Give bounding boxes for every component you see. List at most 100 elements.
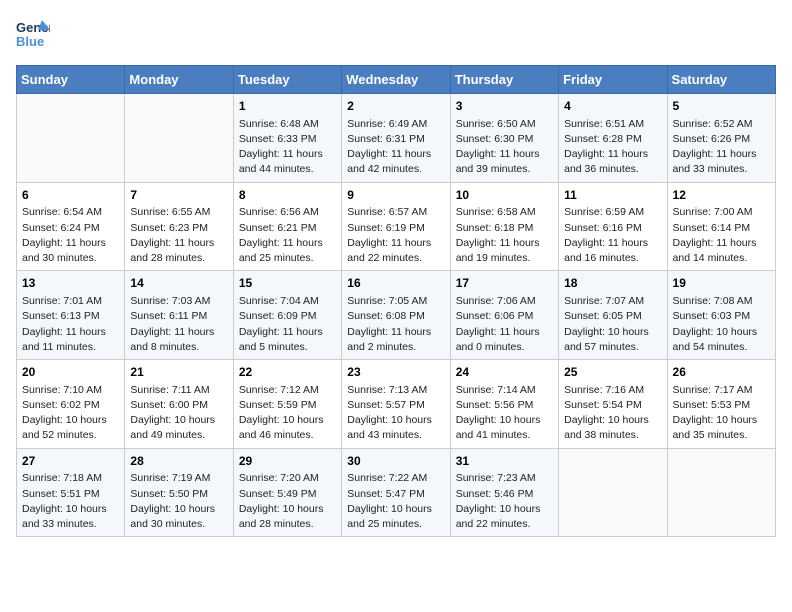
day-info: Sunrise: 7:13 AMSunset: 5:57 PMDaylight:… [347,383,444,444]
calendar-cell: 15Sunrise: 7:04 AMSunset: 6:09 PMDayligh… [233,271,341,360]
calendar-cell: 4 Sunrise: 6:51 AMSunset: 6:28 PMDaylight… [559,94,667,183]
day-info: Sunrise: 7:03 AMSunset: 6:11 PMDaylight:… [130,294,227,355]
day-number: 27 [22,453,119,470]
calendar-cell: 22 Sunrise: 7:12 AMSunset: 5:59 PMDayligh… [233,360,341,449]
calendar-cell: 28Sunrise: 7:19 AMSunset: 5:50 PMDayligh… [125,448,233,537]
day-info: Sunrise: 6:50 AMSunset: 6:30 PMDaylight:… [456,117,553,178]
day-info: Sunrise: 7:07 AMSunset: 6:05 PMDaylight:… [564,294,661,355]
day-header-monday: Monday [125,66,233,94]
day-number: 14 [130,275,227,292]
calendar-cell: 29Sunrise: 7:20 AMSunset: 5:49 PMDayligh… [233,448,341,537]
calendar-cell: 25 Sunrise: 7:16 AMSunset: 5:54 PMDayligh… [559,360,667,449]
calendar-table: SundayMondayTuesdayWednesdayThursdayFrid… [16,65,776,537]
day-number: 28 [130,453,227,470]
calendar-cell: 20 Sunrise: 7:10 AMSunset: 6:02 PMDayligh… [17,360,125,449]
calendar-cell: 9Sunrise: 6:57 AMSunset: 6:19 PMDaylight… [342,182,450,271]
day-number: 11 [564,187,661,204]
calendar-header-row: SundayMondayTuesdayWednesdayThursdayFrid… [17,66,776,94]
day-number: 23 [347,364,444,381]
day-info: Sunrise: 6:58 AMSunset: 6:18 PMDaylight:… [456,205,553,266]
day-number: 12 [673,187,770,204]
day-number: 6 [22,187,119,204]
day-info: Sunrise: 6:56 AMSunset: 6:21 PMDaylight:… [239,205,336,266]
day-number: 4 [564,98,661,115]
day-info: Sunrise: 6:55 AMSunset: 6:23 PMDaylight:… [130,205,227,266]
day-info: Sunrise: 6:57 AMSunset: 6:19 PMDaylight:… [347,205,444,266]
day-info: Sunrise: 7:17 AMSunset: 5:53 PMDaylight:… [673,383,770,444]
day-number: 20 [22,364,119,381]
day-number: 17 [456,275,553,292]
calendar-cell: 18 Sunrise: 7:07 AMSunset: 6:05 PMDayligh… [559,271,667,360]
day-number: 30 [347,453,444,470]
calendar-cell: 23 Sunrise: 7:13 AMSunset: 5:57 PMDayligh… [342,360,450,449]
day-info: Sunrise: 7:12 AMSunset: 5:59 PMDaylight:… [239,383,336,444]
day-number: 31 [456,453,553,470]
day-number: 1 [239,98,336,115]
day-info: Sunrise: 6:59 AMSunset: 6:16 PMDaylight:… [564,205,661,266]
day-number: 7 [130,187,227,204]
day-number: 3 [456,98,553,115]
day-number: 19 [673,275,770,292]
day-number: 9 [347,187,444,204]
day-info: Sunrise: 7:10 AMSunset: 6:02 PMDaylight:… [22,383,119,444]
day-info: Sunrise: 7:20 AMSunset: 5:49 PMDaylight:… [239,471,336,532]
day-number: 16 [347,275,444,292]
day-info: Sunrise: 7:01 AMSunset: 6:13 PMDaylight:… [22,294,119,355]
day-info: Sunrise: 7:16 AMSunset: 5:54 PMDaylight:… [564,383,661,444]
calendar-cell: 2 Sunrise: 6:49 AMSunset: 6:31 PMDaylight… [342,94,450,183]
calendar-week-3: 13Sunrise: 7:01 AMSunset: 6:13 PMDayligh… [17,271,776,360]
day-info: Sunrise: 7:08 AMSunset: 6:03 PMDaylight:… [673,294,770,355]
calendar-cell: 27Sunrise: 7:18 AMSunset: 5:51 PMDayligh… [17,448,125,537]
calendar-cell: 13Sunrise: 7:01 AMSunset: 6:13 PMDayligh… [17,271,125,360]
day-info: Sunrise: 6:54 AMSunset: 6:24 PMDaylight:… [22,205,119,266]
day-header-friday: Friday [559,66,667,94]
calendar-week-5: 27Sunrise: 7:18 AMSunset: 5:51 PMDayligh… [17,448,776,537]
calendar-cell: 19 Sunrise: 7:08 AMSunset: 6:03 PMDayligh… [667,271,775,360]
day-info: Sunrise: 6:51 AMSunset: 6:28 PMDaylight:… [564,117,661,178]
day-header-saturday: Saturday [667,66,775,94]
calendar-cell: 12Sunrise: 7:00 AMSunset: 6:14 PMDayligh… [667,182,775,271]
day-info: Sunrise: 7:04 AMSunset: 6:09 PMDaylight:… [239,294,336,355]
calendar-cell: 11Sunrise: 6:59 AMSunset: 6:16 PMDayligh… [559,182,667,271]
calendar-cell: 3 Sunrise: 6:50 AMSunset: 6:30 PMDaylight… [450,94,558,183]
calendar-cell: 24Sunrise: 7:14 AMSunset: 5:56 PMDayligh… [450,360,558,449]
calendar-week-2: 6Sunrise: 6:54 AMSunset: 6:24 PMDaylight… [17,182,776,271]
day-number: 26 [673,364,770,381]
calendar-cell: 26 Sunrise: 7:17 AMSunset: 5:53 PMDayligh… [667,360,775,449]
calendar-cell: 16 Sunrise: 7:05 AMSunset: 6:08 PMDayligh… [342,271,450,360]
day-info: Sunrise: 7:23 AMSunset: 5:46 PMDaylight:… [456,471,553,532]
day-number: 18 [564,275,661,292]
day-number: 2 [347,98,444,115]
day-header-sunday: Sunday [17,66,125,94]
svg-text:Blue: Blue [16,34,44,49]
day-number: 22 [239,364,336,381]
calendar-cell: 21Sunrise: 7:11 AMSunset: 6:00 PMDayligh… [125,360,233,449]
day-info: Sunrise: 6:52 AMSunset: 6:26 PMDaylight:… [673,117,770,178]
day-info: Sunrise: 7:05 AMSunset: 6:08 PMDaylight:… [347,294,444,355]
day-info: Sunrise: 7:22 AMSunset: 5:47 PMDaylight:… [347,471,444,532]
calendar-cell [667,448,775,537]
day-header-wednesday: Wednesday [342,66,450,94]
calendar-cell: 8Sunrise: 6:56 AMSunset: 6:21 PMDaylight… [233,182,341,271]
day-header-thursday: Thursday [450,66,558,94]
calendar-body: 1 Sunrise: 6:48 AMSunset: 6:33 PMDaylight… [17,94,776,537]
calendar-cell: 7Sunrise: 6:55 AMSunset: 6:23 PMDaylight… [125,182,233,271]
calendar-week-1: 1 Sunrise: 6:48 AMSunset: 6:33 PMDaylight… [17,94,776,183]
calendar-cell: 17Sunrise: 7:06 AMSunset: 6:06 PMDayligh… [450,271,558,360]
calendar-cell: 1 Sunrise: 6:48 AMSunset: 6:33 PMDaylight… [233,94,341,183]
day-info: Sunrise: 6:49 AMSunset: 6:31 PMDaylight:… [347,117,444,178]
logo-icon: General Blue [16,16,50,50]
day-number: 25 [564,364,661,381]
calendar-cell: 10Sunrise: 6:58 AMSunset: 6:18 PMDayligh… [450,182,558,271]
day-info: Sunrise: 7:18 AMSunset: 5:51 PMDaylight:… [22,471,119,532]
calendar-cell [125,94,233,183]
day-number: 21 [130,364,227,381]
calendar-cell: 31Sunrise: 7:23 AMSunset: 5:46 PMDayligh… [450,448,558,537]
day-number: 24 [456,364,553,381]
day-number: 5 [673,98,770,115]
day-info: Sunrise: 6:48 AMSunset: 6:33 PMDaylight:… [239,117,336,178]
day-number: 10 [456,187,553,204]
calendar-cell: 30Sunrise: 7:22 AMSunset: 5:47 PMDayligh… [342,448,450,537]
day-info: Sunrise: 7:19 AMSunset: 5:50 PMDaylight:… [130,471,227,532]
day-info: Sunrise: 7:00 AMSunset: 6:14 PMDaylight:… [673,205,770,266]
